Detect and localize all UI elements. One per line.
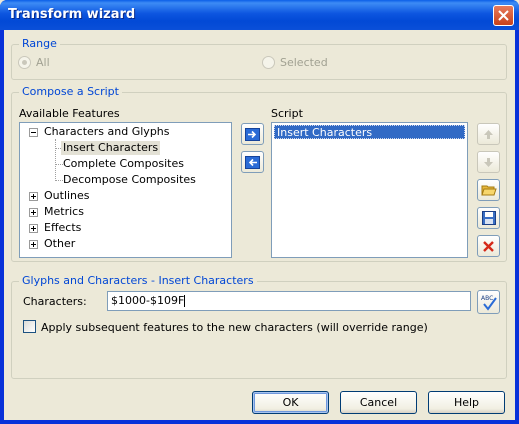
- help-button[interactable]: Help: [428, 391, 505, 414]
- spell-check-button[interactable]: ABC: [477, 290, 500, 314]
- insert-characters-group: Glyphs and Characters - Insert Character…: [11, 274, 507, 379]
- tree-group-other[interactable]: Other: [44, 237, 75, 251]
- svg-text:ABC: ABC: [481, 295, 493, 302]
- move-down-button[interactable]: [477, 151, 500, 173]
- range-legend: Range: [19, 37, 60, 50]
- spell-check-icon: ABC: [481, 295, 497, 311]
- save-script-button[interactable]: [477, 207, 500, 229]
- dialog-window: Transform wizard Range All Selected Comp…: [0, 0, 519, 424]
- range-selected-radio[interactable]: Selected: [262, 56, 328, 69]
- compose-group: Compose a Script Available Features Scri…: [11, 85, 507, 262]
- remove-from-script-button[interactable]: [241, 151, 264, 173]
- range-all-label: All: [36, 56, 50, 69]
- radio-indicator: [262, 56, 275, 69]
- tree-item-insert-characters[interactable]: Insert Characters: [61, 141, 161, 155]
- expand-icon[interactable]: [29, 208, 38, 217]
- cancel-button[interactable]: Cancel: [340, 391, 417, 414]
- apply-subsequent-checkbox[interactable]: [23, 320, 36, 333]
- folder-open-icon: [480, 185, 497, 196]
- tree-group-effects[interactable]: Effects: [44, 221, 81, 235]
- save-icon: [481, 211, 496, 225]
- characters-input[interactable]: $1000-$109F: [107, 291, 471, 311]
- arrow-right-icon: [245, 127, 260, 141]
- tree-group-metrics[interactable]: Metrics: [44, 205, 84, 219]
- arrow-left-icon: [245, 155, 260, 169]
- delete-x-icon: [483, 240, 494, 252]
- radio-indicator: [18, 56, 31, 69]
- window-title: Transform wizard: [8, 7, 136, 22]
- tree-item-decompose-composites[interactable]: Decompose Composites: [63, 173, 196, 187]
- tree-connector: [55, 139, 56, 181]
- arrow-down-icon: [484, 157, 493, 167]
- dialog-body: Range All Selected Compose a Script Avai…: [4, 30, 515, 420]
- text-caret: [184, 295, 186, 307]
- expand-icon[interactable]: [29, 240, 38, 249]
- tree-group-outlines[interactable]: Outlines: [44, 189, 90, 203]
- compose-legend: Compose a Script: [19, 85, 122, 98]
- add-to-script-button[interactable]: [241, 123, 264, 145]
- range-selected-label: Selected: [280, 56, 328, 69]
- expand-icon[interactable]: [29, 192, 38, 201]
- tree-connector: [55, 180, 63, 181]
- characters-label: Characters:: [23, 295, 87, 308]
- script-list[interactable]: Insert Characters: [271, 122, 468, 258]
- arrow-up-icon: [484, 129, 493, 139]
- range-group: Range All Selected: [11, 37, 507, 80]
- title-bar[interactable]: Transform wizard: [0, 0, 519, 30]
- tree-group-characters-glyphs[interactable]: Characters and Glyphs: [44, 125, 170, 139]
- apply-subsequent-label: Apply subsequent features to the new cha…: [41, 321, 428, 334]
- close-button[interactable]: [493, 5, 514, 26]
- move-up-button[interactable]: [477, 123, 500, 145]
- available-features-label: Available Features: [19, 107, 120, 120]
- ok-button[interactable]: OK: [252, 391, 329, 414]
- features-tree[interactable]: Characters and Glyphs Insert Characters …: [19, 122, 232, 258]
- characters-value: $1000-$109F: [111, 294, 185, 307]
- close-icon: [498, 10, 509, 21]
- tree-item-complete-composites[interactable]: Complete Composites: [63, 157, 184, 171]
- script-item-insert-characters[interactable]: Insert Characters: [274, 125, 465, 139]
- open-script-button[interactable]: [477, 179, 500, 201]
- tree-connector: [55, 164, 63, 165]
- expand-icon[interactable]: [29, 224, 38, 233]
- script-label: Script: [271, 107, 303, 120]
- range-all-radio[interactable]: All: [18, 56, 50, 69]
- collapse-icon[interactable]: [29, 128, 38, 137]
- insert-characters-legend: Glyphs and Characters - Insert Character…: [19, 274, 257, 287]
- delete-script-item-button[interactable]: [477, 235, 500, 257]
